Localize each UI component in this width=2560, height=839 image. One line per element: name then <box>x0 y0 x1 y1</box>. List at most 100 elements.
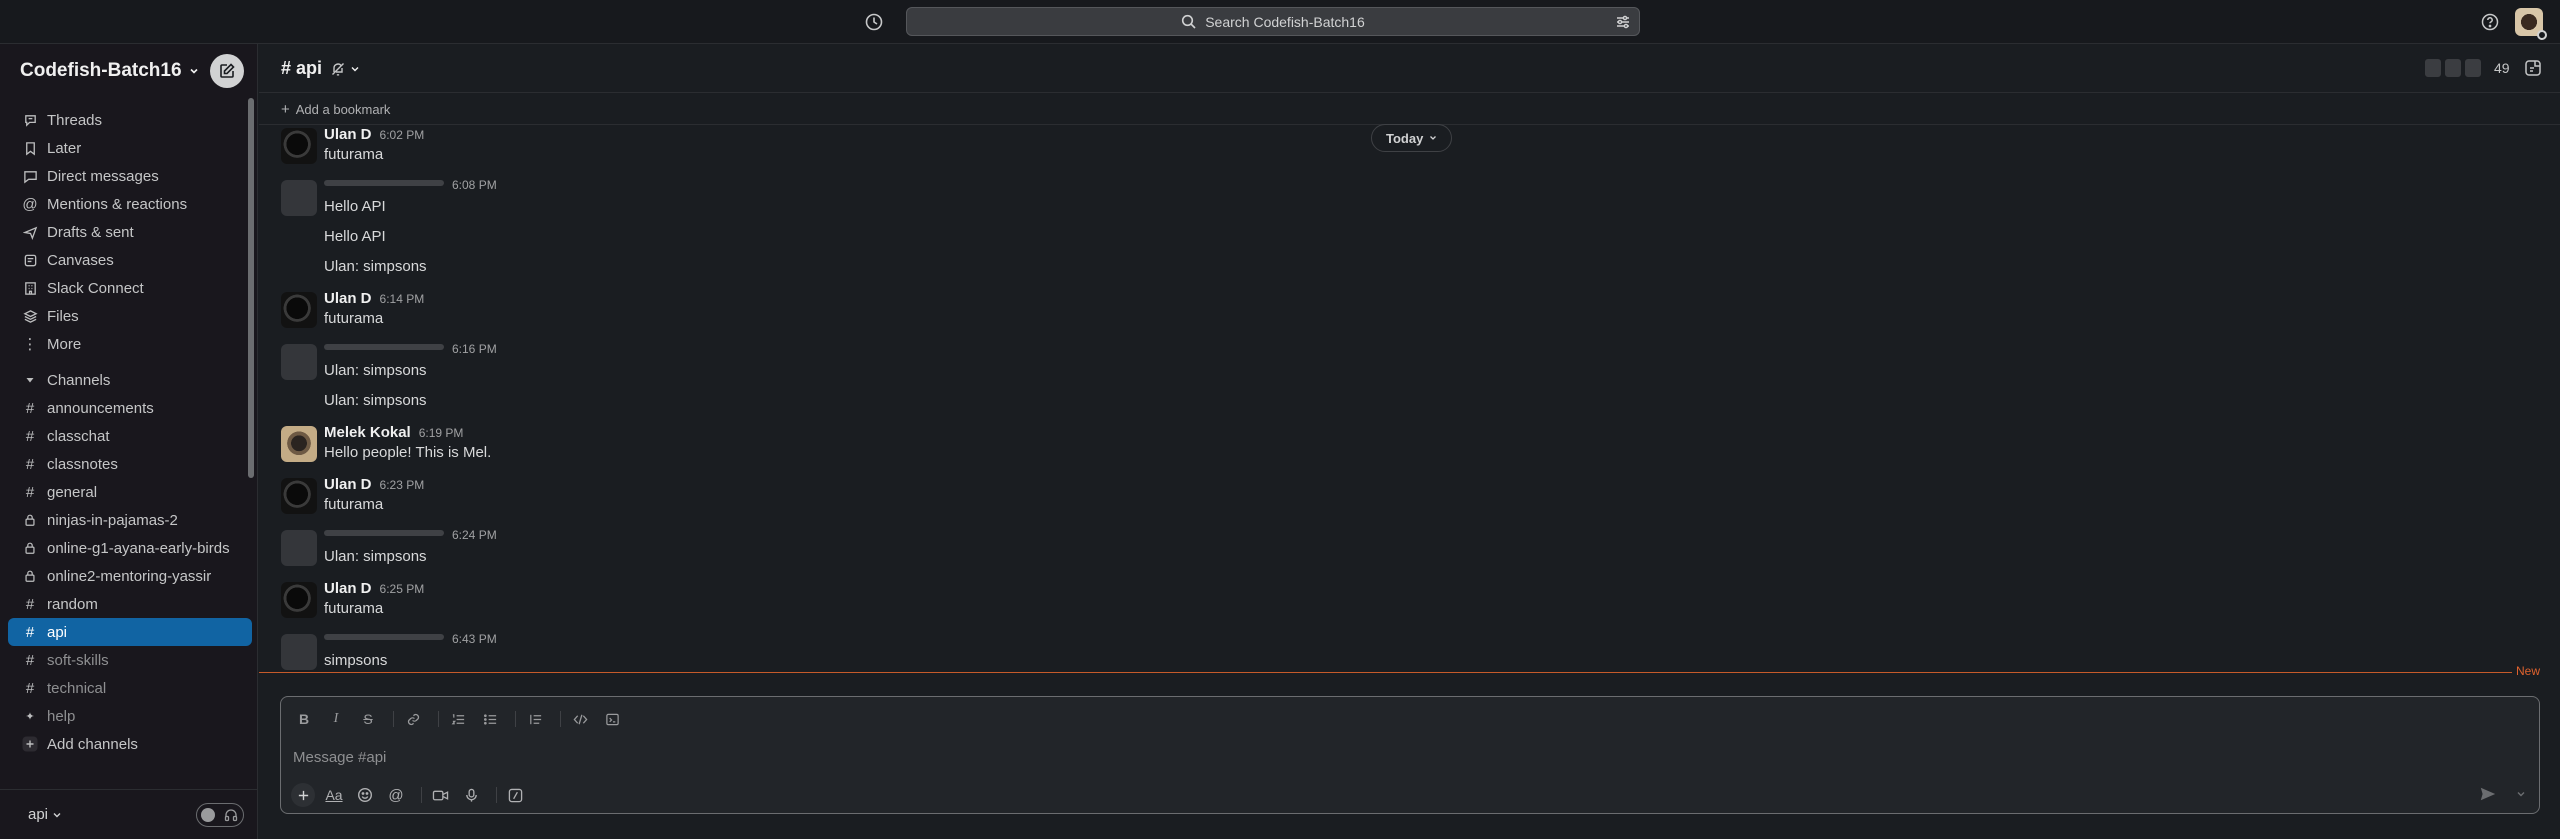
sidebar-item-channel[interactable]: ✦ help <box>8 702 252 730</box>
message-author[interactable]: Ulan D <box>324 476 372 493</box>
user-avatar[interactable] <box>2515 8 2547 40</box>
message-time[interactable]: 6:14 PM <box>380 292 425 306</box>
sidebar-item-channel[interactable]: # technical <box>8 674 252 702</box>
sidebar-item-label: Canvases <box>47 251 114 269</box>
date-jump-button[interactable]: Today <box>1371 124 1453 152</box>
message-time[interactable]: 6:19 PM <box>419 426 464 440</box>
avatar[interactable] <box>281 426 317 462</box>
sidebar-item-label: Files <box>47 307 79 325</box>
channels-section-header[interactable]: Channels <box>8 366 252 394</box>
channel-label: general <box>47 483 98 501</box>
message-time[interactable]: 6:25 PM <box>380 582 425 596</box>
add-channels-button[interactable]: Add channels <box>8 730 252 758</box>
avatar[interactable] <box>281 344 317 380</box>
blockquote-button[interactable] <box>522 707 548 731</box>
sidebar-item-mentions[interactable]: @ Mentions & reactions <box>8 190 252 218</box>
workspace-switcher[interactable]: Codefish-Batch16 <box>20 60 200 82</box>
sidebar-item-channel[interactable]: ninjas-in-pajamas-2 <box>8 506 252 534</box>
canvas-icon <box>22 252 38 268</box>
emoji-button[interactable] <box>353 783 377 807</box>
sidebar-item-canvases[interactable]: Canvases <box>8 246 252 274</box>
message-composer[interactable]: B I S Message #api Aa @ <box>280 696 2540 814</box>
channel-label: announcements <box>47 399 154 417</box>
message-time[interactable]: 6:23 PM <box>380 478 425 492</box>
message-time[interactable]: 6:43 PM <box>452 632 497 646</box>
sidebar-item-label: Threads <box>47 111 103 129</box>
bullet-list-button[interactable] <box>477 707 503 731</box>
message-text: Hello API <box>324 228 386 245</box>
bold-button[interactable]: B <box>291 707 317 731</box>
link-button[interactable] <box>400 707 426 731</box>
avatar[interactable] <box>281 292 317 328</box>
message-time[interactable]: 6:24 PM <box>452 528 497 542</box>
avatar[interactable] <box>281 128 317 164</box>
italic-button[interactable]: I <box>323 707 349 731</box>
sidebar-item-threads[interactable]: Threads <box>8 106 252 134</box>
ordered-list-button[interactable] <box>445 707 471 731</box>
message-text: simpsons <box>324 652 388 669</box>
sidebar-item-channel[interactable]: online-g1-ayana-early-birds <box>8 534 252 562</box>
channel-title-button[interactable]: # api <box>281 58 360 79</box>
add-bookmark-button[interactable]: + Add a bookmark <box>281 101 390 118</box>
filter-icon[interactable] <box>1615 14 1631 30</box>
sidebar-item-files[interactable]: Files <box>8 302 252 330</box>
toolbar-divider <box>421 787 422 803</box>
message-time[interactable]: 6:08 PM <box>452 178 497 192</box>
hash-icon: # <box>25 651 35 669</box>
code-button[interactable] <box>567 707 593 731</box>
video-button[interactable] <box>428 783 452 807</box>
avatar[interactable] <box>281 582 317 618</box>
sparkle-icon: ✦ <box>25 710 35 723</box>
sidebar-item-channel-active[interactable]: # api <box>8 618 252 646</box>
hash-icon: # <box>25 679 35 697</box>
sidebar-item-channel[interactable]: # general <box>8 478 252 506</box>
help-icon[interactable] <box>2480 12 2500 32</box>
search-bar[interactable]: Search Codefish-Batch16 <box>906 7 1640 36</box>
members-button[interactable]: 49 <box>2424 58 2510 78</box>
hash-icon: # <box>25 399 35 417</box>
code-block-button[interactable] <box>599 707 625 731</box>
avatar[interactable] <box>281 180 317 216</box>
strikethrough-button[interactable]: S <box>355 707 381 731</box>
compose-button[interactable] <box>210 54 244 88</box>
message-list: Ulan D 6:02 PM futurama 6:08 PM Hello API… <box>259 124 2560 726</box>
code-icon <box>573 714 587 724</box>
huddle-toggle[interactable] <box>196 803 244 827</box>
formatting-toggle-button[interactable]: Aa <box>322 783 346 807</box>
sidebar-item-channel[interactable]: # random <box>8 590 252 618</box>
send-icon <box>2480 787 2496 801</box>
message-input[interactable]: Message #api <box>293 749 386 766</box>
sidebar-item-more[interactable]: ⋮ More <box>8 330 252 358</box>
avatar[interactable] <box>281 530 317 566</box>
attach-button[interactable] <box>291 783 315 807</box>
sidebar-item-direct-messages[interactable]: Direct messages <box>8 162 252 190</box>
avatar[interactable] <box>281 634 317 670</box>
message-time[interactable]: 6:16 PM <box>452 342 497 356</box>
avatar[interactable] <box>281 478 317 514</box>
sidebar-item-channel[interactable]: # announcements <box>8 394 252 422</box>
sidebar-item-channel[interactable]: # classnotes <box>8 450 252 478</box>
message-author[interactable]: Melek Kokal <box>324 424 411 441</box>
mention-button[interactable]: @ <box>384 783 408 807</box>
message-author[interactable]: Ulan D <box>324 126 372 143</box>
sidebar-item-channel[interactable]: # classchat <box>8 422 252 450</box>
top-bar: Search Codefish-Batch16 <box>0 0 2560 44</box>
audio-button[interactable] <box>459 783 483 807</box>
channel-canvas-icon[interactable] <box>2523 58 2543 78</box>
chevron-down-icon <box>351 66 359 71</box>
sidebar-item-later[interactable]: Later <box>8 134 252 162</box>
send-button[interactable] <box>2479 785 2499 805</box>
message-author[interactable]: Ulan D <box>324 580 372 597</box>
history-icon[interactable] <box>864 12 884 32</box>
sidebar-item-channel[interactable]: online2-mentoring-yassir <box>8 562 252 590</box>
hash-icon: # <box>25 427 35 445</box>
sidebar-item-channel[interactable]: # soft-skills <box>8 646 252 674</box>
shortcuts-button[interactable] <box>503 783 527 807</box>
huddle-channel-selector[interactable]: api <box>28 806 62 823</box>
sidebar-item-slack-connect[interactable]: Slack Connect <box>8 274 252 302</box>
message-author[interactable]: Ulan D <box>324 290 372 307</box>
new-messages-divider <box>259 672 2539 673</box>
sidebar-item-drafts[interactable]: Drafts & sent <box>8 218 252 246</box>
send-options-button[interactable] <box>2515 788 2527 800</box>
message-time[interactable]: 6:02 PM <box>380 128 425 142</box>
